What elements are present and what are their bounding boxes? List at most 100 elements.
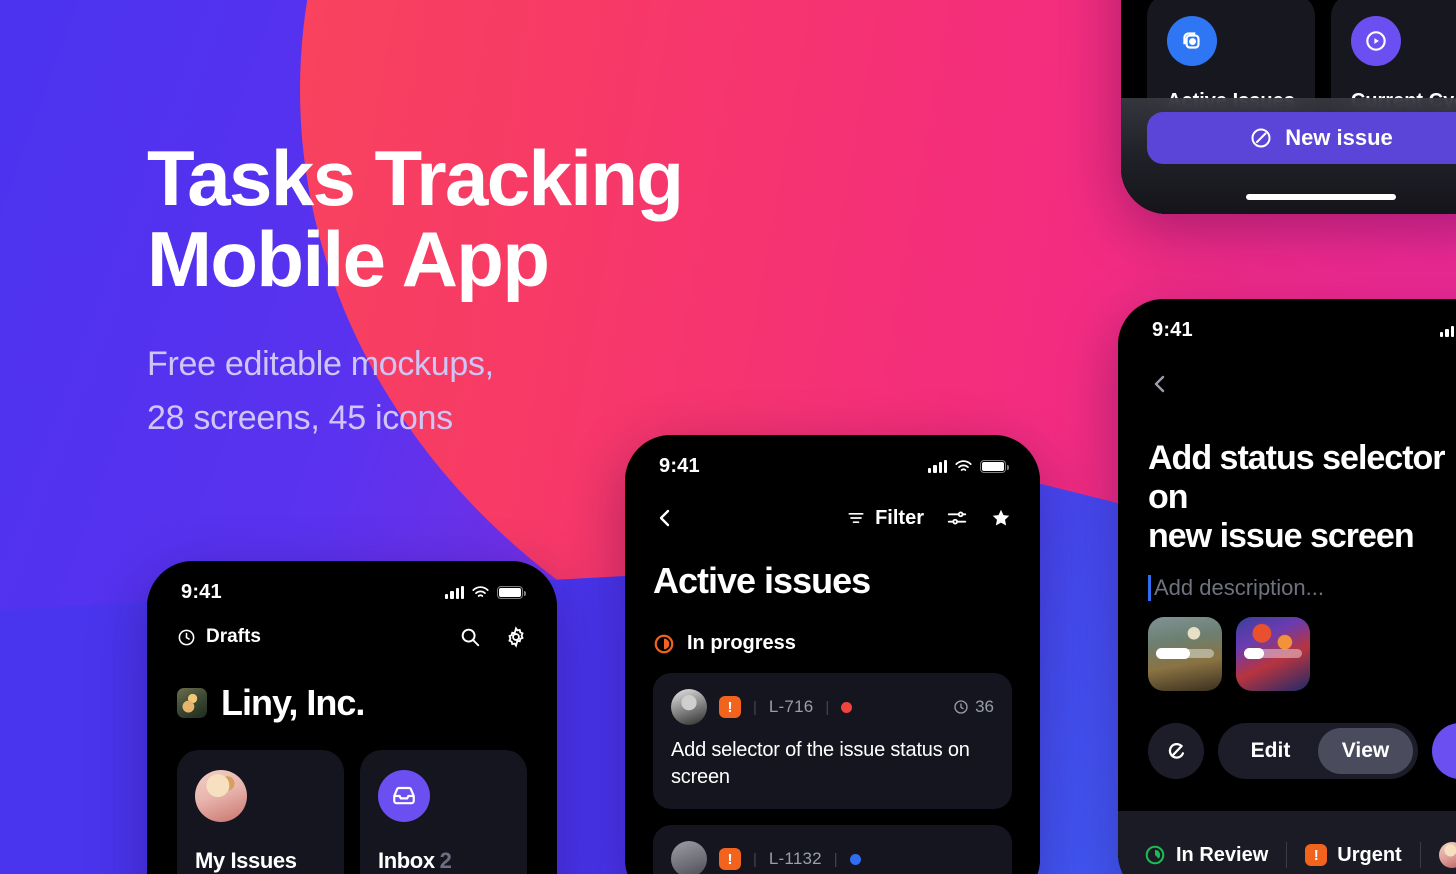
- status-dot: [849, 853, 861, 865]
- urgent-priority-icon: !: [719, 848, 741, 870]
- divider: |: [825, 698, 830, 716]
- clock-icon: [953, 699, 969, 715]
- wifi-icon: [472, 586, 489, 599]
- org-logo-icon: [177, 688, 207, 718]
- assignee-badge[interactable]: Vla: [1438, 842, 1456, 868]
- signal-bars-icon: [1440, 324, 1456, 337]
- priority-badge-urgent[interactable]: ! Urgent: [1305, 843, 1402, 867]
- filter-button[interactable]: Filter: [846, 507, 924, 530]
- chevron-left-icon[interactable]: [653, 506, 677, 530]
- section-in-progress: In progress: [625, 602, 1040, 655]
- screen-issue-detail: 9:41 Add status selector on new issue sc…: [1118, 299, 1456, 874]
- text-caret: [1148, 575, 1151, 602]
- wifi-icon: [955, 460, 972, 473]
- status-bar: 9:41: [1118, 299, 1456, 342]
- page-subtitle: Free editable mockups, 28 screens, 45 ic…: [147, 345, 494, 437]
- description-placeholder: Add description...: [1154, 575, 1324, 601]
- home-navbar: Drafts: [147, 604, 557, 648]
- search-icon[interactable]: [459, 626, 481, 648]
- status-bar: 9:41: [147, 561, 557, 604]
- user-avatar-icon: [195, 770, 247, 822]
- divider: |: [833, 850, 838, 868]
- divider: [1286, 842, 1288, 868]
- sliders-icon[interactable]: [946, 507, 968, 529]
- clock-icon: [177, 628, 196, 647]
- priority-label: Urgent: [1337, 843, 1402, 866]
- card-inbox[interactable]: Inbox 2: [360, 750, 527, 874]
- status-time: 9:41: [1152, 319, 1193, 341]
- in-progress-icon: [653, 633, 675, 655]
- attachment-thumbnail-2[interactable]: [1236, 617, 1310, 692]
- issue-id: L-716: [768, 697, 814, 716]
- phone-mockup-issue-detail: 9:41 Add status selector on new issue sc…: [1118, 299, 1456, 874]
- issue-detail-title: Add status selector on new issue screen: [1148, 439, 1446, 555]
- description-field[interactable]: Add description...: [1118, 555, 1456, 602]
- status-dot: [841, 701, 853, 713]
- add-icon[interactable]: [1432, 723, 1456, 779]
- detail-navbar: [1118, 342, 1456, 401]
- chevron-left-icon[interactable]: [1148, 372, 1172, 396]
- status-icons: [445, 586, 526, 599]
- play-circle-icon: [1350, 16, 1401, 66]
- battery-icon: [980, 460, 1009, 473]
- new-issue-button[interactable]: New issue: [1147, 112, 1456, 164]
- status-badge-in-review[interactable]: In Review: [1144, 844, 1268, 867]
- page-title: Tasks Tracking Mobile App: [147, 134, 684, 304]
- issue-title: Add selector of the issue status on scre…: [671, 739, 970, 788]
- screen-new-issue: Active Issues Current Cycle: [1121, 0, 1456, 214]
- status-icons: [928, 460, 1009, 473]
- star-icon[interactable]: [990, 507, 1012, 529]
- inbox-count: 2: [439, 848, 452, 873]
- screen-title: Active issues: [653, 560, 871, 601]
- segment-edit[interactable]: Edit: [1223, 728, 1318, 774]
- drafts-label: Drafts: [206, 626, 261, 647]
- divider: [1419, 842, 1421, 868]
- status-time: 9:41: [659, 455, 700, 477]
- card-my-issues[interactable]: My Issues: [177, 750, 344, 874]
- layers-icon: [1167, 16, 1217, 66]
- battery-icon: [497, 586, 526, 599]
- signal-bars-icon: [445, 586, 464, 599]
- gear-icon[interactable]: [505, 626, 527, 648]
- issue-comment-count: 36: [953, 697, 994, 717]
- issue-meta-row: ! | L-716 | 36: [671, 689, 994, 725]
- organization-header[interactable]: Liny, Inc.: [147, 648, 557, 724]
- status-time: 9:41: [181, 581, 222, 603]
- status-icons: [1440, 324, 1456, 337]
- issue-card[interactable]: ! | L-716 | 36 Add selector of the issue…: [653, 673, 1012, 809]
- progress-fill: [1244, 648, 1264, 660]
- filter-label: Filter: [875, 506, 924, 529]
- divider: |: [753, 698, 757, 716]
- signal-bars-icon: [928, 460, 947, 473]
- drafts-button[interactable]: Drafts: [177, 626, 261, 648]
- phone-mockup-home: 9:41 Drafts Liny, Inc. My Issues Inbox 2: [147, 561, 557, 874]
- pen-circle-icon[interactable]: [1148, 723, 1204, 779]
- home-indicator: [1246, 194, 1396, 200]
- progress-fill: [1156, 648, 1190, 660]
- urgent-priority-icon: !: [719, 696, 741, 718]
- edit-view-segmented-control[interactable]: Edit View: [1218, 723, 1418, 779]
- card-label: Inbox 2: [378, 848, 509, 874]
- detail-action-row: Edit View: [1118, 723, 1456, 779]
- issue-id: L-1132: [768, 849, 822, 868]
- screen-home: 9:41 Drafts Liny, Inc. My Issues Inbox 2: [147, 561, 557, 874]
- card-label-text: Inbox: [378, 848, 435, 873]
- card-label: My Issues: [195, 848, 326, 874]
- attachment-thumbnail-1[interactable]: [1148, 617, 1222, 692]
- issues-navbar-actions: Filter: [846, 507, 1012, 530]
- home-navbar-actions: [459, 626, 527, 648]
- avatar: [671, 841, 707, 874]
- segment-view[interactable]: View: [1318, 728, 1413, 774]
- issues-navbar: Filter: [625, 478, 1040, 530]
- bottom-action-overlay: New issue: [1121, 98, 1456, 214]
- issue-card[interactable]: ! | L-1132 |: [653, 825, 1012, 874]
- issue-detail-bottom-bar: In Review ! Urgent Vla: [1118, 811, 1456, 874]
- home-cards-row: My Issues Inbox 2: [147, 724, 557, 874]
- org-name: Liny, Inc.: [221, 682, 365, 723]
- in-review-icon: [1144, 844, 1166, 866]
- divider: |: [753, 850, 757, 868]
- new-issue-pen-icon: [1249, 126, 1273, 150]
- assignee-avatar-icon: [1438, 842, 1456, 868]
- screen-active-issues: 9:41 Filter Active issues In progress ! …: [625, 435, 1040, 874]
- status-label: In Review: [1176, 843, 1269, 866]
